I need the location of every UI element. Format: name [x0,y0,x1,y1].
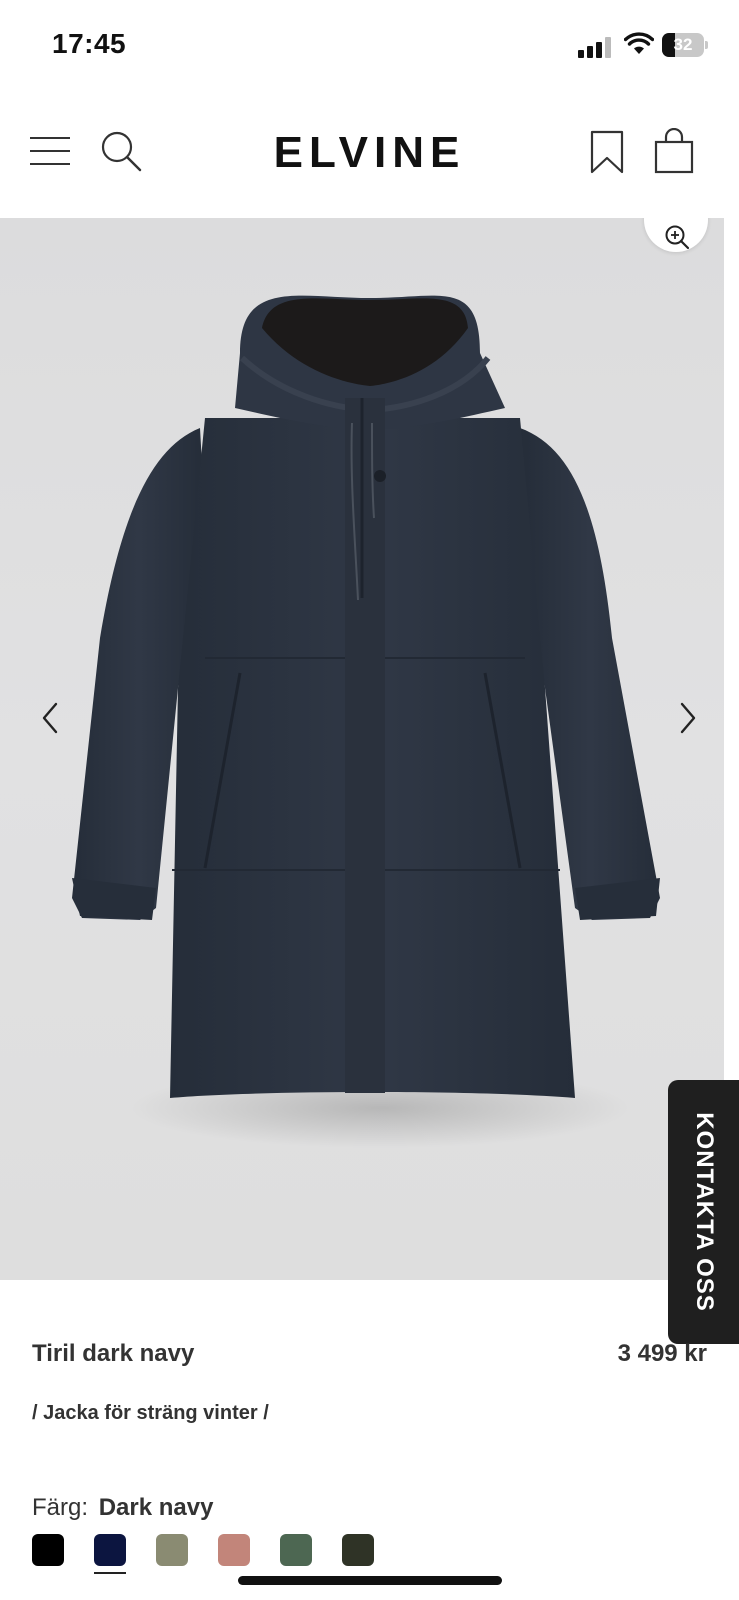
contact-us-label: KONTAKTA OSS [690,1112,718,1312]
chevron-right-icon[interactable] [672,698,702,738]
status-bar: 17:45 32 [0,0,739,92]
product-subtitle: / Jacka för sträng vinter / [32,1402,269,1424]
color-swatches [32,1534,712,1574]
shopping-bag-icon[interactable] [654,128,694,174]
product-image [72,295,660,1148]
color-swatch-green[interactable] [280,1534,312,1566]
status-time: 17:45 [52,28,127,59]
cellular-signal-icon [578,36,614,58]
chevron-left-icon[interactable] [36,698,66,738]
product-name: Tiril dark navy [32,1340,195,1367]
battery-icon: 32 [662,33,708,57]
color-selection-label: Färg: Dark navy [32,1494,213,1522]
product-image-gallery[interactable] [0,218,724,1280]
selected-swatch-indicator [94,1572,126,1574]
color-swatch-dark-navy[interactable] [94,1534,126,1566]
contact-us-tab[interactable]: KONTAKTA OSS [668,1080,739,1344]
bookmark-icon[interactable] [590,130,624,174]
site-header: ELVINE [0,100,739,218]
color-swatch-rose[interactable] [218,1534,250,1566]
home-indicator [238,1576,502,1585]
wifi-icon [624,32,654,54]
battery-level: 32 [673,35,693,54]
brand-logo[interactable]: ELVINE [0,128,739,178]
color-label: Färg: [32,1494,89,1521]
product-price: 3 499 kr [617,1340,707,1367]
color-swatch-black[interactable] [32,1534,64,1566]
color-swatch-olive[interactable] [156,1534,188,1566]
selected-color-value: Dark navy [98,1494,214,1521]
color-swatch-dark-olive[interactable] [342,1534,374,1566]
zoom-in-icon [665,225,690,250]
